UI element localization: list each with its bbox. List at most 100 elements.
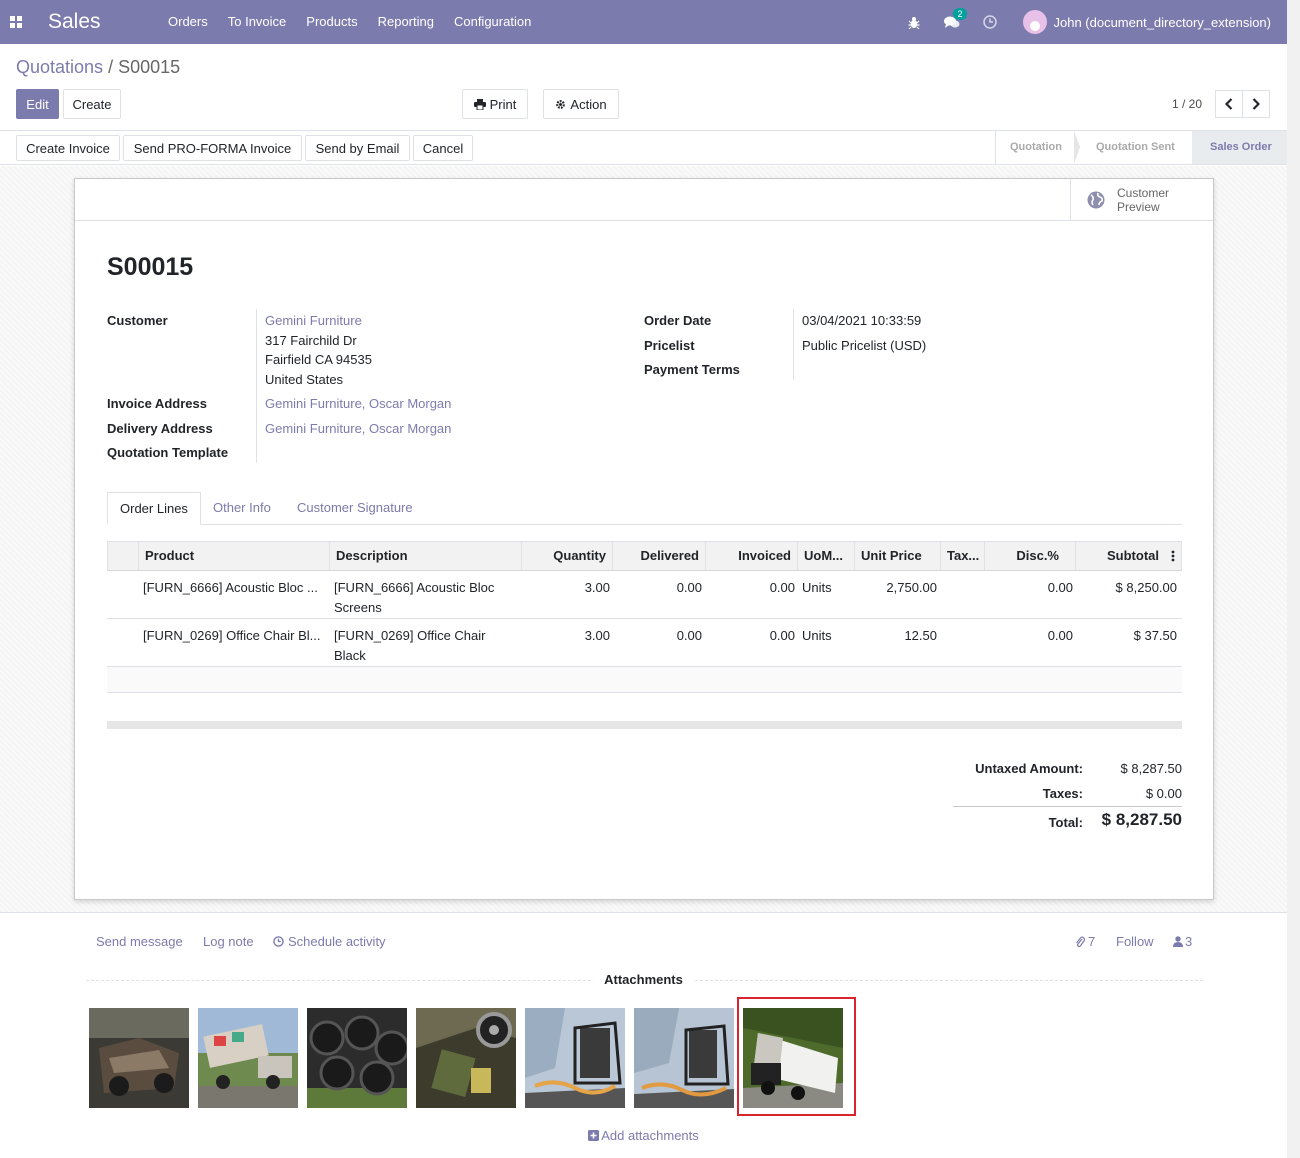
pricelist-value[interactable]: Public Pricelist (USD) bbox=[802, 338, 926, 353]
app-name[interactable]: Sales bbox=[48, 10, 144, 34]
create-invoice-button[interactable]: Create Invoice bbox=[16, 135, 120, 161]
edit-button[interactable]: Edit bbox=[16, 89, 59, 119]
menu-products[interactable]: Products bbox=[296, 0, 367, 44]
user-icon bbox=[1173, 936, 1183, 947]
col-subtotal[interactable]: Subtotal bbox=[1075, 542, 1165, 570]
globe-icon bbox=[1087, 191, 1105, 209]
order-name-title: S00015 bbox=[107, 253, 194, 281]
create-button[interactable]: Create bbox=[63, 89, 121, 119]
avatar bbox=[1023, 10, 1048, 34]
menu-to-invoice[interactable]: To Invoice bbox=[218, 0, 297, 44]
table-footer bbox=[107, 721, 1182, 729]
action-button[interactable]: Action bbox=[543, 89, 619, 119]
attachments-title: Attachments bbox=[604, 972, 683, 987]
delivery-address-link[interactable]: Gemini Furniture, Oscar Morgan bbox=[265, 421, 451, 436]
quotation-template-label: Quotation Template bbox=[107, 445, 229, 460]
pager-value[interactable]: 1 / 20 bbox=[1172, 97, 1202, 111]
payment-terms-label: Payment Terms bbox=[644, 362, 740, 377]
taxes-label: Taxes: bbox=[1042, 786, 1083, 801]
schedule-activity-button[interactable]: Schedule activity bbox=[273, 934, 386, 949]
order-date-value[interactable]: 03/04/2021 10:33:59 bbox=[802, 313, 921, 328]
apps-menu-icon[interactable] bbox=[0, 0, 32, 44]
invoice-address-label: Invoice Address bbox=[107, 396, 207, 411]
clock-icon bbox=[273, 936, 284, 947]
stage-sales-order[interactable]: Sales Order bbox=[1192, 131, 1287, 164]
printer-icon bbox=[473, 98, 486, 110]
col-description[interactable]: Description bbox=[329, 542, 521, 570]
table-row[interactable]: [FURN_6666] Acoustic Bloc ... [FURN_6666… bbox=[107, 571, 1182, 619]
plus-square-icon bbox=[588, 1130, 600, 1141]
debug-bug-icon[interactable] bbox=[901, 16, 927, 29]
cancel-button[interactable]: Cancel bbox=[413, 135, 473, 161]
activity-clock-icon[interactable] bbox=[977, 15, 1003, 29]
col-quantity[interactable]: Quantity bbox=[521, 542, 612, 570]
chevron-right-icon bbox=[1252, 98, 1260, 110]
breadcrumb: Quotations / S00015 bbox=[16, 57, 181, 77]
pricelist-label: Pricelist bbox=[644, 338, 695, 353]
menu-orders[interactable]: Orders bbox=[158, 0, 218, 44]
address-street: 317 Fairchild Dr bbox=[265, 333, 357, 348]
menu-configuration[interactable]: Configuration bbox=[444, 0, 541, 44]
address-city: Fairfield CA 94535 bbox=[265, 352, 372, 367]
messages-icon[interactable]: 2 bbox=[939, 7, 967, 29]
breadcrumb-quotations[interactable]: Quotations bbox=[16, 57, 103, 77]
gear-icon bbox=[556, 99, 566, 109]
pager-next-button[interactable] bbox=[1242, 90, 1270, 118]
send-message-button[interactable]: Send message bbox=[96, 934, 183, 949]
col-tax[interactable]: Tax... bbox=[940, 542, 984, 570]
total-value: $ 8,287.50 bbox=[1101, 810, 1182, 829]
notebook-tabs: Order Lines Other Info Customer Signatur… bbox=[107, 492, 1182, 525]
follow-button[interactable]: Follow bbox=[1116, 934, 1154, 949]
status-stages: Quotation Quotation Sent Sales Order bbox=[995, 131, 1287, 164]
tab-customer-signature[interactable]: Customer Signature bbox=[285, 492, 425, 525]
stage-quotation[interactable]: Quotation bbox=[996, 131, 1080, 164]
top-navbar: Sales Orders To Invoice Products Reporti… bbox=[0, 0, 1287, 44]
customer-link[interactable]: Gemini Furniture bbox=[265, 313, 362, 328]
breadcrumb-current: S00015 bbox=[118, 57, 181, 77]
add-attachments-button[interactable]: Add attachments bbox=[0, 1128, 1287, 1143]
attachment-thumbnail[interactable] bbox=[307, 1008, 407, 1108]
attachment-thumbnail[interactable] bbox=[634, 1008, 734, 1108]
pager-previous-button[interactable] bbox=[1215, 90, 1243, 118]
customer-preview-button[interactable]: Customer Preview bbox=[1070, 179, 1213, 221]
customer-label: Customer bbox=[107, 313, 168, 328]
attachment-thumbnail[interactable] bbox=[416, 1008, 516, 1108]
menu-reporting[interactable]: Reporting bbox=[368, 0, 444, 44]
paperclip-icon bbox=[1076, 936, 1085, 947]
col-invoiced[interactable]: Invoiced bbox=[705, 542, 797, 570]
button-box: Customer Preview bbox=[75, 179, 1213, 221]
attachment-thumbnail[interactable] bbox=[198, 1008, 298, 1108]
attachment-thumbnail[interactable] bbox=[525, 1008, 625, 1108]
chevron-left-icon bbox=[1225, 98, 1233, 110]
total-label: Total: bbox=[1048, 815, 1083, 830]
systray: 2 John (document_directory_extension) bbox=[901, 0, 1287, 44]
attachment-thumbnail[interactable] bbox=[89, 1008, 189, 1108]
print-button[interactable]: Print bbox=[462, 89, 528, 119]
user-menu[interactable]: John (document_directory_extension) bbox=[1023, 10, 1271, 34]
delivery-address-label: Delivery Address bbox=[107, 421, 213, 436]
log-note-button[interactable]: Log note bbox=[203, 934, 254, 949]
main-menu: Orders To Invoice Products Reporting Con… bbox=[144, 0, 541, 44]
table-row[interactable]: [FURN_0269] Office Chair Bl... [FURN_026… bbox=[107, 619, 1182, 667]
tab-order-lines[interactable]: Order Lines bbox=[107, 492, 201, 525]
col-disc[interactable]: Disc.% bbox=[984, 542, 1075, 570]
messages-count-badge: 2 bbox=[953, 7, 967, 20]
col-uom[interactable]: UoM... bbox=[797, 542, 854, 570]
followers-button[interactable]: 3 bbox=[1173, 934, 1192, 949]
untaxed-amount-value: $ 8,287.50 bbox=[1120, 761, 1182, 776]
stage-quotation-sent[interactable]: Quotation Sent bbox=[1074, 131, 1198, 164]
page-scrollbar[interactable] bbox=[1287, 0, 1300, 1158]
col-delivered[interactable]: Delivered bbox=[612, 542, 705, 570]
attachments-count-button[interactable]: 7 bbox=[1075, 934, 1095, 949]
col-unit-price[interactable]: Unit Price bbox=[854, 542, 940, 570]
send-by-email-button[interactable]: Send by Email bbox=[305, 135, 410, 161]
empty-row bbox=[107, 667, 1182, 693]
untaxed-amount-label: Untaxed Amount: bbox=[975, 761, 1083, 776]
table-header: Product Description Quantity Delivered I… bbox=[107, 541, 1182, 571]
send-proforma-button[interactable]: Send PRO-FORMA Invoice bbox=[123, 135, 302, 161]
tab-other-info[interactable]: Other Info bbox=[201, 492, 283, 525]
address-country: United States bbox=[265, 372, 344, 387]
column-options-icon[interactable] bbox=[1171, 550, 1175, 565]
col-product[interactable]: Product bbox=[138, 542, 329, 570]
invoice-address-link[interactable]: Gemini Furniture, Oscar Morgan bbox=[265, 396, 451, 411]
